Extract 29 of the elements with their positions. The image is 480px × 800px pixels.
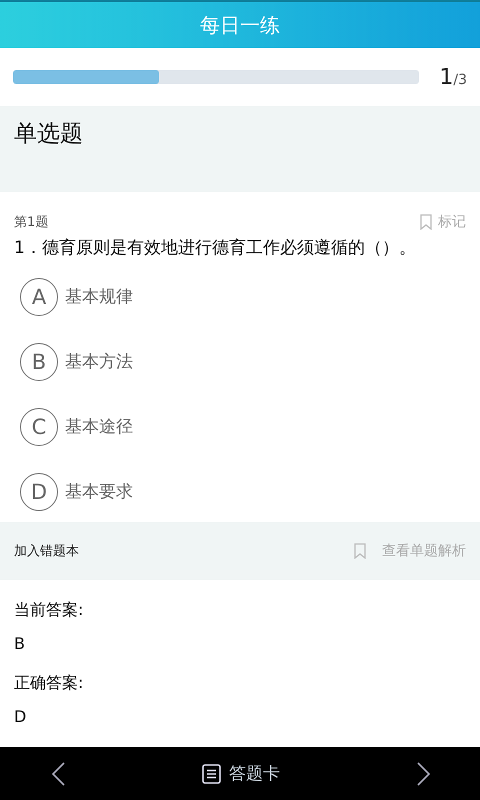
- answer-card-button[interactable]: 答题卡: [202, 762, 280, 785]
- answer-value: D: [14, 706, 28, 728]
- question-text: 1．德育原则是有效地进行德育工作必须遵循的（）。: [13, 237, 417, 260]
- option-text: 基本规律: [65, 286, 133, 308]
- option-item[interactable]: D 基本要求: [0, 459, 480, 524]
- option-text: 基本方法: [65, 351, 133, 373]
- answer-label: 当前答案:: [14, 599, 84, 621]
- option-text: 基本途径: [65, 416, 133, 438]
- answer-label: 正确答案:: [14, 672, 84, 694]
- add-wrong-book-button[interactable]: 加入错题本: [14, 542, 79, 560]
- bookmark-icon: [420, 214, 432, 230]
- section-title: 单选题: [14, 121, 83, 147]
- list-icon: [202, 764, 221, 784]
- option-letter: A: [20, 278, 58, 316]
- question-number: 第1题: [14, 214, 48, 231]
- option-letter: D: [20, 472, 58, 510]
- next-button[interactable]: [416, 760, 432, 786]
- option-letter: C: [20, 408, 58, 446]
- current-number: 1: [439, 64, 454, 90]
- header-title: 每日一练: [200, 12, 280, 38]
- option-item[interactable]: C 基本途径: [0, 394, 480, 459]
- option-text: 基本要求: [65, 481, 133, 503]
- bookmark-icon: [354, 543, 366, 559]
- total-count: /3: [453, 72, 467, 88]
- option-letter: B: [20, 342, 58, 380]
- option-item[interactable]: B 基本方法: [0, 329, 480, 394]
- answer-value: B: [14, 633, 26, 655]
- option-item[interactable]: A 基本规律: [0, 264, 480, 329]
- previous-button[interactable]: [50, 760, 66, 786]
